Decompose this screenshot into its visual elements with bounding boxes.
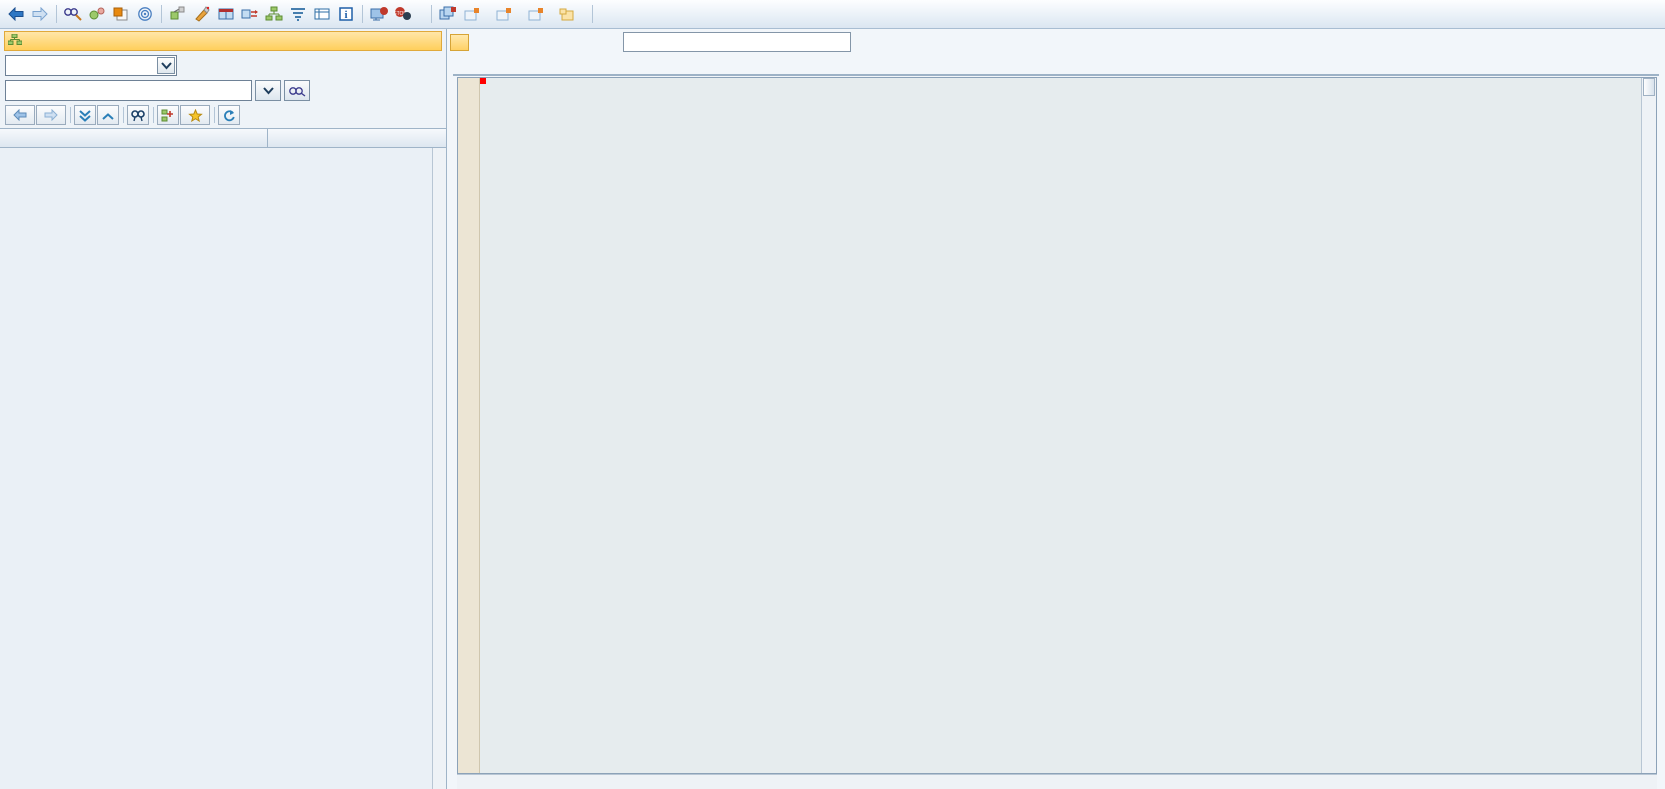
main-area	[0, 29, 1665, 789]
document-icon[interactable]	[556, 2, 580, 26]
refresh-icon[interactable]	[218, 105, 240, 125]
copy-block-icon[interactable]	[436, 2, 460, 26]
info-icon[interactable]: i	[334, 2, 358, 26]
main-toolbar: i STOP	[0, 0, 1665, 29]
delete-icon[interactable]	[524, 2, 548, 26]
browser-filters	[0, 51, 446, 103]
navigate-icon[interactable]	[238, 2, 262, 26]
toolbar-separator	[70, 107, 71, 123]
search-input[interactable]	[6, 82, 226, 99]
toolbar-separator	[153, 107, 154, 123]
code-lines[interactable]	[480, 78, 1656, 773]
tree-back-icon[interactable]	[5, 105, 35, 125]
object-tree[interactable]	[0, 128, 446, 789]
display-object-button[interactable]	[284, 80, 310, 101]
toolbar-separator	[362, 5, 363, 23]
toolbar-separator	[56, 5, 57, 23]
forward-icon[interactable]	[28, 2, 52, 26]
activate-icon[interactable]	[109, 2, 133, 26]
add-object-icon[interactable]	[157, 105, 179, 125]
function-module-icon	[450, 33, 469, 51]
editor-left-margin	[458, 78, 480, 773]
repository-browser-panel	[0, 29, 447, 789]
tree-forward-icon[interactable]	[36, 105, 66, 125]
hierarchy-icon[interactable]	[262, 2, 286, 26]
function-module-name[interactable]	[623, 32, 851, 52]
list-icon[interactable]	[310, 2, 334, 26]
toolbar-separator	[214, 107, 215, 123]
tree-toolbar	[0, 103, 446, 128]
function-module-doc-group[interactable]	[556, 2, 588, 26]
object-category-select[interactable]	[5, 55, 177, 76]
find-icon[interactable]	[127, 105, 149, 125]
column-header-name	[0, 129, 268, 147]
back-icon[interactable]	[4, 2, 28, 26]
tab-underline	[453, 74, 1659, 76]
insert-group[interactable]	[460, 2, 492, 26]
toolbar-separator	[123, 107, 124, 123]
search-dropdown-button[interactable]	[255, 80, 281, 101]
function-module-header	[447, 29, 1665, 55]
replace-group[interactable]	[492, 2, 524, 26]
where-used-icon[interactable]	[166, 2, 190, 26]
insert-icon[interactable]	[460, 2, 484, 26]
sort-icon[interactable]	[286, 2, 310, 26]
tree-vertical-scrollbar[interactable]	[432, 148, 446, 789]
tree-header	[0, 129, 446, 148]
collapse-all-icon[interactable]	[97, 105, 119, 125]
expand-all-icon[interactable]	[74, 105, 96, 125]
code-editor[interactable]	[457, 77, 1657, 774]
editor-vertical-scrollbar[interactable]	[1641, 78, 1656, 773]
source-code-panel	[447, 29, 1665, 789]
toolbar-separator	[592, 5, 593, 23]
chevron-down-icon[interactable]	[157, 57, 175, 74]
scroll-up-button[interactable]	[1643, 78, 1655, 96]
enhancement-highlight-box	[480, 78, 486, 84]
favorites-icon[interactable]	[180, 105, 210, 125]
hierarchy-icon	[7, 33, 23, 49]
delete-group[interactable]	[524, 2, 556, 26]
tab-bar	[447, 55, 1665, 75]
check-icon[interactable]	[85, 2, 109, 26]
column-header-description	[268, 129, 446, 147]
object-name-field[interactable]	[5, 80, 252, 101]
replace-icon[interactable]	[492, 2, 516, 26]
toolbar-separator	[161, 5, 162, 23]
object-navigator-icon[interactable]	[214, 2, 238, 26]
repository-browser-title	[4, 31, 442, 51]
svg-text:i: i	[344, 9, 347, 21]
stop-icon[interactable]: STOP	[391, 2, 415, 26]
pattern-icon[interactable]	[133, 2, 157, 26]
toolbar-separator	[431, 5, 432, 23]
pretty-printer-icon[interactable]	[190, 2, 214, 26]
debug-icon[interactable]	[367, 2, 391, 26]
display-change-icon[interactable]	[61, 2, 85, 26]
editor-horizontal-scrollbar[interactable]	[457, 774, 1657, 789]
